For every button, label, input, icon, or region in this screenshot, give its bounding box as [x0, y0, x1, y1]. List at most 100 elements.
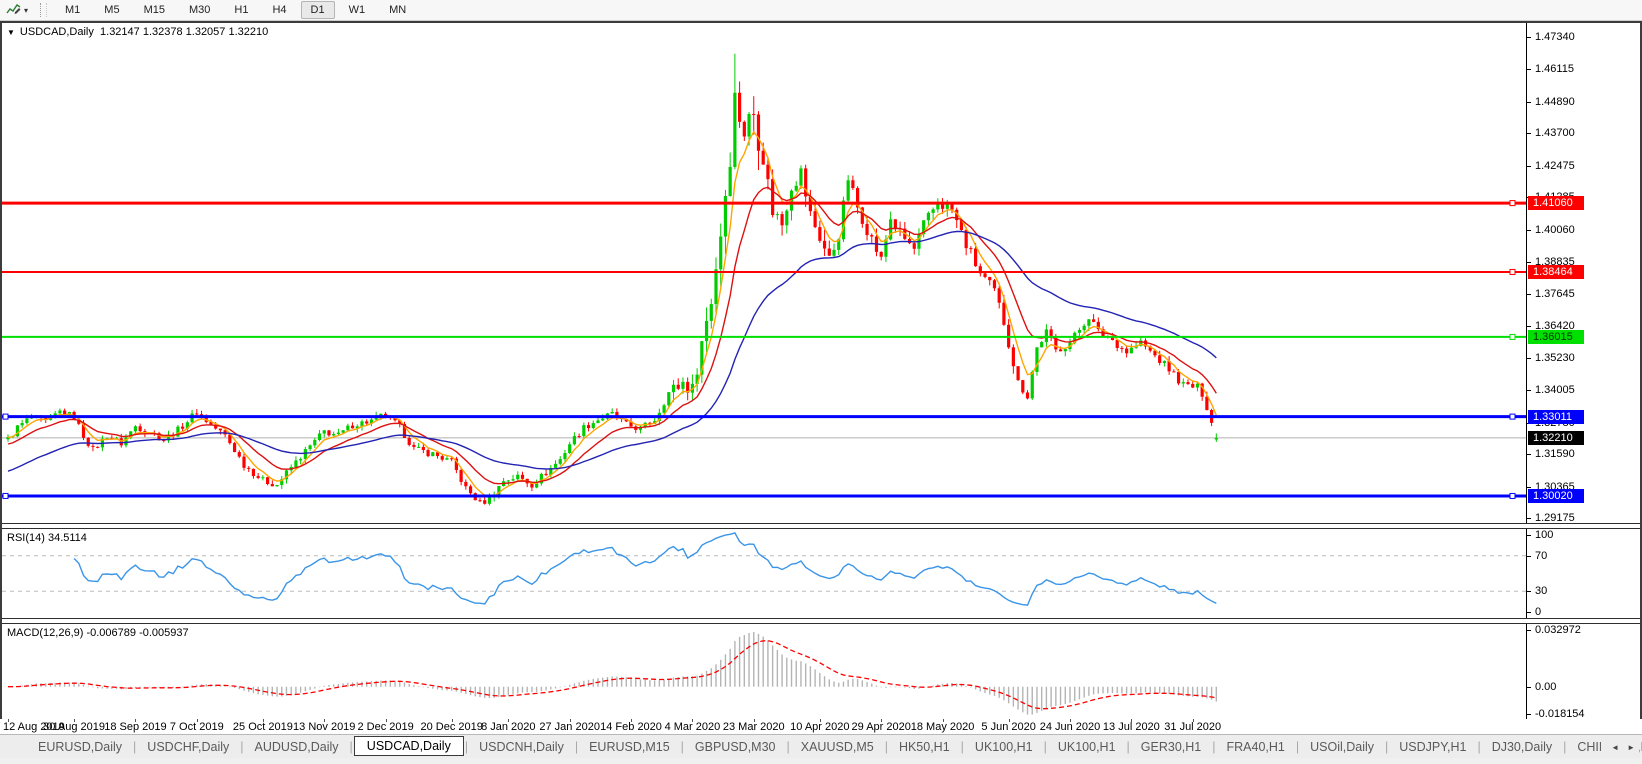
- price-axis-tick: 1.35230: [1527, 352, 1575, 364]
- date-axis-label: 7 Oct 2019: [169, 721, 224, 733]
- rsi-axis-tick: 100: [1527, 529, 1553, 541]
- date-axis-label: 25 Oct 2019: [232, 721, 293, 733]
- rsi-axis[interactable]: 100 70 30 0: [1526, 529, 1640, 618]
- tab-separator: |: [1563, 739, 1567, 754]
- tab-separator: |: [1212, 739, 1216, 754]
- timeframe-button-m30[interactable]: M30: [179, 1, 220, 19]
- chart-tab-eurusd-m15[interactable]: EURUSD,M15: [579, 738, 680, 756]
- date-axis[interactable]: 12 Aug 2019 30 Aug 2019 18 Sep 2019 7 Oct 2…: [0, 719, 1642, 734]
- chart-tab-audusd-daily[interactable]: AUDUSD,Daily: [245, 738, 349, 756]
- date-axis-label: 13 Nov 2019: [293, 721, 356, 733]
- rsi-panel: RSI(14) 34.5114 100 70 30 0: [2, 529, 1640, 618]
- rsi-axis-tick: 30: [1527, 585, 1547, 597]
- price-axis-tick: 1.37645: [1527, 288, 1575, 300]
- tab-separator: |: [960, 739, 964, 754]
- price-axis-tick: 1.29175: [1527, 512, 1575, 523]
- date-axis-label: 14 Feb 2020: [600, 721, 662, 733]
- macd-chart-canvas[interactable]: [2, 624, 1526, 721]
- tab-scroll-right-icon[interactable]: ►: [1627, 743, 1635, 752]
- chart-tab-usdchf-daily[interactable]: USDCHF,Daily: [137, 738, 239, 756]
- tab-separator: |: [133, 739, 137, 754]
- date-axis-label: 20 Dec 2019: [420, 721, 483, 733]
- price-axis-tick: 1.43700: [1527, 127, 1575, 139]
- macd-axis[interactable]: 0.032972 0.00 -0.018154: [1526, 624, 1640, 721]
- price-axis[interactable]: 1.473401.461151.448901.437001.424751.412…: [1526, 23, 1640, 523]
- toolbar-separator: [40, 3, 48, 17]
- date-axis-label: 5 Jun 2020: [981, 721, 1036, 733]
- tab-scroll-left-icon[interactable]: ◄: [1611, 743, 1619, 752]
- date-axis-label: 2 Dec 2019: [357, 721, 414, 733]
- chart-tab-usdcnh-daily[interactable]: USDCNH,Daily: [469, 738, 574, 756]
- price-axis-tick: 1.47340: [1527, 31, 1575, 43]
- macd-axis-tick: 0.032972: [1527, 624, 1581, 636]
- rsi-label: RSI(14) 34.5114: [7, 532, 87, 544]
- timeframe-button-m5[interactable]: M5: [94, 1, 129, 19]
- chart-tab-usdcad-daily[interactable]: USDCAD,Daily: [353, 736, 464, 756]
- price-axis-tick: 1.31590: [1527, 448, 1575, 460]
- date-axis-label: 31 Jul 2020: [1164, 721, 1222, 733]
- tab-separator: |: [1477, 739, 1481, 754]
- chart-tab-bar: EURUSD,Daily | USDCHF,Daily | AUDUSD,Daily | U…: [0, 734, 1642, 758]
- tab-scroll-buttons: ◄ ►: [1601, 735, 1639, 758]
- date-axis-label: 24 Jun 2020: [1039, 721, 1101, 733]
- timeframe-button-h1[interactable]: H1: [224, 1, 258, 19]
- tab-separator: |: [1385, 739, 1389, 754]
- date-axis-label: 13 Jul 2020: [1102, 721, 1160, 733]
- date-axis-label: 18 Sep 2019: [104, 721, 167, 733]
- price-chart-canvas[interactable]: [2, 23, 1526, 523]
- timeframe-button-group: M1 M5 M15 M30 H1 H4 D1 W1 MN: [53, 1, 418, 19]
- date-axis-label: 29 Apr 2020: [851, 721, 911, 733]
- chart-tab-dj30-daily[interactable]: DJ30,Daily: [1482, 738, 1562, 756]
- hline-price-tag: 1.36015: [1528, 329, 1584, 344]
- chart-tab-xauusd-m5[interactable]: XAUUSD,M5: [791, 738, 884, 756]
- rsi-axis-tick: 0: [1527, 606, 1541, 618]
- price-axis-tick: 1.40060: [1527, 224, 1575, 236]
- date-axis-label: 23 Mar 2020: [722, 721, 785, 733]
- price-axis-tick: 1.46115: [1527, 63, 1574, 75]
- chart-tab-uk100-h1[interactable]: UK100,H1: [1048, 738, 1126, 756]
- price-axis-tick: 1.34005: [1527, 384, 1575, 396]
- hline-price-tag: 1.38464: [1528, 264, 1584, 279]
- chart-collapse-icon[interactable]: ▼: [7, 28, 15, 37]
- timeframe-button-h4[interactable]: H4: [262, 1, 296, 19]
- chart-tab-eurusd-daily[interactable]: EURUSD,Daily: [28, 738, 132, 756]
- price-axis-tick: 1.44890: [1527, 96, 1575, 108]
- price-axis-tick: 1.42475: [1527, 160, 1575, 172]
- chart-tab-ger30-h1[interactable]: GER30,H1: [1131, 738, 1211, 756]
- chart-tab-gbpusd-m30[interactable]: GBPUSD,M30: [685, 738, 786, 756]
- timeframe-button-d1[interactable]: D1: [300, 1, 335, 19]
- tab-separator: |: [1126, 739, 1130, 754]
- date-axis-label: 27 Jan 2020: [539, 721, 600, 733]
- date-axis-label: 4 Mar 2020: [664, 721, 721, 733]
- date-axis-label: 8 Jan 2020: [481, 721, 536, 733]
- chart-symbol-title: USDCAD,Daily: [19, 26, 94, 38]
- status-strip: [0, 758, 1642, 764]
- date-axis-label: 10 Apr 2020: [790, 721, 850, 733]
- chart-tools-icon[interactable]: [6, 2, 21, 19]
- tab-separator: |: [464, 739, 469, 754]
- tab-separator: |: [1043, 739, 1047, 754]
- timeframe-button-w1[interactable]: W1: [339, 1, 376, 19]
- chart-tab-fra40-h1[interactable]: FRA40,H1: [1217, 738, 1295, 756]
- hline-price-tag: 1.33011: [1528, 409, 1584, 424]
- price-panel: ▼ USDCAD,Daily 1.32147 1.32378 1.32057 1.…: [2, 23, 1640, 523]
- rsi-chart-canvas[interactable]: [2, 529, 1526, 618]
- chart-tools-caret-icon[interactable]: ▾: [24, 6, 28, 15]
- tab-separator: |: [349, 739, 353, 754]
- timeframe-button-mn[interactable]: MN: [379, 1, 416, 19]
- chart-tab-usoil-daily[interactable]: USOil,Daily: [1300, 738, 1384, 756]
- hline-price-tag: 1.41060: [1528, 196, 1584, 211]
- chart-tab-usdjpy-h1[interactable]: USDJPY,H1: [1389, 738, 1476, 756]
- timeframe-button-m15[interactable]: M15: [134, 1, 175, 19]
- tab-separator: |: [680, 739, 684, 754]
- tab-separator: |: [884, 739, 888, 754]
- chart-tab-uk100-h1[interactable]: UK100,H1: [965, 738, 1043, 756]
- tab-separator: |: [240, 739, 244, 754]
- tab-separator: |: [786, 739, 790, 754]
- rsi-axis-tick: 70: [1527, 550, 1547, 562]
- macd-label: MACD(12,26,9) -0.006789 -0.005937: [7, 627, 189, 639]
- timeframe-button-m1[interactable]: M1: [55, 1, 90, 19]
- bid-price-tag: 1.32210: [1528, 430, 1584, 445]
- chart-ohlc-values: 1.32147 1.32378 1.32057 1.32210: [100, 26, 269, 38]
- chart-tab-hk50-h1[interactable]: HK50,H1: [889, 738, 960, 756]
